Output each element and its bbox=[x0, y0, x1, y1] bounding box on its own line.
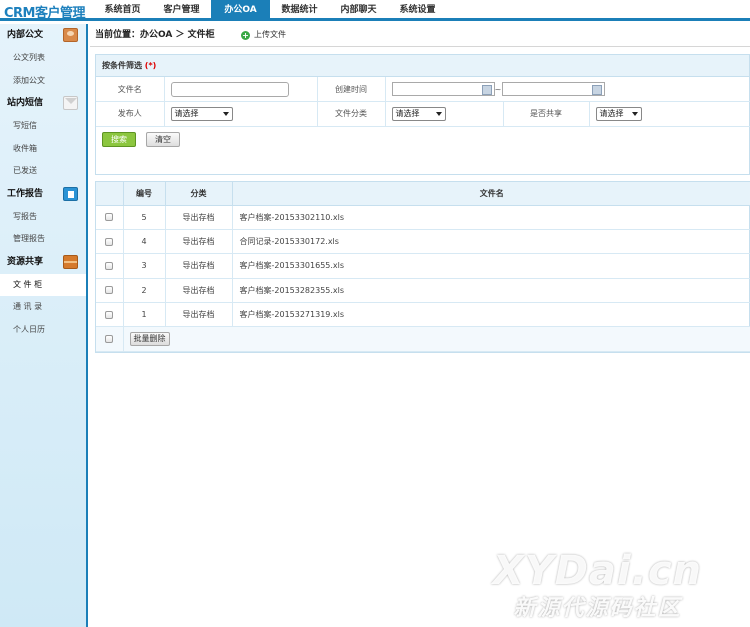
header-select bbox=[96, 182, 124, 206]
header-category[interactable]: 分类 bbox=[165, 182, 233, 206]
sidebar-section-resources[interactable]: 资源共享 bbox=[0, 251, 86, 274]
sidebar-item-write-report[interactable]: 写报告 bbox=[0, 206, 86, 229]
divider bbox=[90, 46, 750, 47]
row-checkbox[interactable] bbox=[105, 261, 114, 270]
sidebar-item-manage-reports[interactable]: 管理报告 bbox=[0, 228, 86, 251]
file-table-panel: 编号 分类 文件名 5 导出存档 客户档案-20153302110.xls 4 … bbox=[95, 181, 750, 353]
section-title: 工作报告 bbox=[7, 188, 44, 199]
row-id: 1 bbox=[123, 302, 166, 328]
add-circle-icon: + bbox=[241, 30, 250, 40]
category-select[interactable]: 请选择 bbox=[391, 106, 446, 121]
filename-input[interactable] bbox=[170, 81, 289, 97]
nav-statistics[interactable]: 数据统计 bbox=[270, 0, 329, 21]
row-checkbox[interactable] bbox=[105, 310, 114, 319]
main-content: 当前位置：办公OA ＞ 文件柜 + 上传文件 按条件筛选 (*) 文件名 创建时… bbox=[90, 24, 750, 627]
app-logo[interactable]: CRM客户管理 bbox=[4, 2, 86, 21]
main-nav: 系统首页 客户管理 办公OA 数据统计 内部聊天 系统设置 bbox=[93, 0, 447, 21]
sidebar-section-documents[interactable]: 内部公文 bbox=[0, 24, 86, 47]
sidebar-item-inbox[interactable]: 收件箱 bbox=[0, 138, 86, 161]
clear-button[interactable]: 清空 bbox=[146, 131, 180, 147]
table-row[interactable]: 5 导出存档 客户档案-20153302110.xls bbox=[96, 205, 750, 230]
row-id: 2 bbox=[123, 278, 166, 304]
sidebar-item-write-message[interactable]: 写短信 bbox=[0, 115, 86, 138]
table-footer: 批量删除 bbox=[96, 326, 750, 352]
filename-label: 文件名 bbox=[96, 77, 165, 102]
nav-system-settings[interactable]: 系统设置 bbox=[388, 0, 447, 21]
required-mark: (*) bbox=[144, 61, 157, 70]
section-title: 站内短信 bbox=[7, 98, 44, 108]
envelope-icon bbox=[63, 96, 78, 110]
sidebar: 内部公文 公文列表 添加公文 站内短信 写短信 收件箱 已发送 工作报告 写报告… bbox=[0, 24, 88, 627]
filter-table: 文件名 创建时间 ~ 发布人 请选择 文件分类 请选择 是否共享 请选择 bbox=[96, 77, 750, 127]
date-range-separator: ~ bbox=[494, 84, 502, 94]
nav-office-oa[interactable]: 办公OA bbox=[211, 0, 270, 21]
sidebar-section-messages[interactable]: 站内短信 bbox=[0, 92, 86, 115]
row-checkbox[interactable] bbox=[105, 213, 114, 222]
row-id: 4 bbox=[123, 229, 166, 255]
row-filename[interactable]: 客户档案-20153271319.xls bbox=[232, 302, 750, 328]
sidebar-item-sent[interactable]: 已发送 bbox=[0, 160, 86, 183]
table-row[interactable]: 3 导出存档 客户档案-20153301655.xls bbox=[96, 253, 750, 279]
sidebar-item-file-cabinet[interactable]: 文 件 柜 bbox=[0, 273, 86, 296]
document-mail-icon bbox=[63, 28, 78, 42]
category-label: 文件分类 bbox=[317, 101, 386, 127]
search-button[interactable]: 搜索 bbox=[102, 131, 136, 147]
row-category: 导出存档 bbox=[165, 229, 233, 255]
shared-label: 是否共享 bbox=[503, 101, 590, 127]
sidebar-section-reports[interactable]: 工作报告 bbox=[0, 183, 86, 206]
end-date-input[interactable] bbox=[501, 82, 605, 96]
nav-internal-chat[interactable]: 内部聊天 bbox=[329, 0, 388, 21]
row-filename[interactable]: 合同记录-2015330172.xls bbox=[232, 229, 750, 255]
batch-delete-button[interactable]: 批量删除 bbox=[129, 332, 170, 347]
report-icon bbox=[63, 186, 78, 201]
row-category: 导出存档 bbox=[165, 253, 233, 279]
row-filename[interactable]: 客户档案-20153302110.xls bbox=[232, 205, 750, 230]
watermark-line1: XYDai.cn bbox=[492, 548, 702, 594]
sidebar-item-calendar[interactable]: 个人日历 bbox=[0, 319, 86, 342]
sidebar-item-document-list[interactable]: 公文列表 bbox=[0, 47, 86, 70]
header-id[interactable]: 编号 bbox=[123, 182, 166, 206]
row-checkbox[interactable] bbox=[105, 286, 114, 295]
upload-file-link[interactable]: + 上传文件 bbox=[241, 28, 286, 42]
top-navigation-bar: CRM客户管理 系统首页 客户管理 办公OA 数据统计 内部聊天 系统设置 bbox=[0, 0, 750, 21]
nav-customers[interactable]: 客户管理 bbox=[152, 0, 211, 21]
created-time-label: 创建时间 bbox=[317, 77, 386, 102]
shared-select[interactable]: 请选择 bbox=[595, 106, 642, 121]
row-category: 导出存档 bbox=[165, 278, 233, 304]
table-row[interactable]: 1 导出存档 客户档案-20153271319.xls bbox=[96, 302, 750, 328]
row-category: 导出存档 bbox=[165, 302, 233, 328]
row-checkbox[interactable] bbox=[105, 237, 114, 246]
table-row[interactable]: 4 导出存档 合同记录-2015330172.xls bbox=[96, 229, 750, 255]
publisher-select[interactable]: 请选择 bbox=[170, 106, 233, 121]
watermark-line2: 新源代源码社区 bbox=[513, 596, 682, 621]
file-table: 编号 分类 文件名 5 导出存档 客户档案-20153302110.xls 4 … bbox=[96, 182, 750, 352]
filter-panel: 按条件筛选 (*) 文件名 创建时间 ~ 发布人 请选择 文件分类 请选择 是否… bbox=[95, 54, 750, 175]
filter-actions: 搜索 清空 bbox=[96, 127, 749, 152]
section-title: 资源共享 bbox=[7, 256, 44, 267]
start-date-input[interactable] bbox=[391, 82, 495, 96]
row-id: 5 bbox=[123, 205, 166, 230]
sidebar-item-contacts[interactable]: 通 讯 录 bbox=[0, 296, 86, 319]
row-id: 3 bbox=[123, 253, 166, 279]
section-title: 内部公文 bbox=[7, 30, 44, 40]
header-filename[interactable]: 文件名 bbox=[232, 182, 750, 206]
table-header: 编号 分类 文件名 bbox=[96, 182, 750, 206]
watermark: XYDai.cn 新源代源码社区 bbox=[493, 548, 702, 622]
nav-home[interactable]: 系统首页 bbox=[93, 0, 152, 21]
publisher-label: 发布人 bbox=[96, 101, 165, 127]
filter-title: 按条件筛选 (*) bbox=[96, 55, 749, 77]
table-row[interactable]: 2 导出存档 客户档案-20153282355.xls bbox=[96, 278, 750, 304]
row-filename[interactable]: 客户档案-20153301655.xls bbox=[232, 253, 750, 279]
row-filename[interactable]: 客户档案-20153282355.xls bbox=[232, 278, 750, 304]
row-category: 导出存档 bbox=[165, 205, 233, 230]
sidebar-item-add-document[interactable]: 添加公文 bbox=[0, 70, 86, 93]
archive-box-icon bbox=[63, 254, 78, 269]
breadcrumb: 当前位置：办公OA ＞ 文件柜 bbox=[95, 30, 215, 40]
filter-title-text: 按条件筛选 bbox=[102, 61, 142, 70]
select-all-checkbox[interactable] bbox=[105, 335, 114, 344]
upload-label: 上传文件 bbox=[254, 30, 286, 39]
